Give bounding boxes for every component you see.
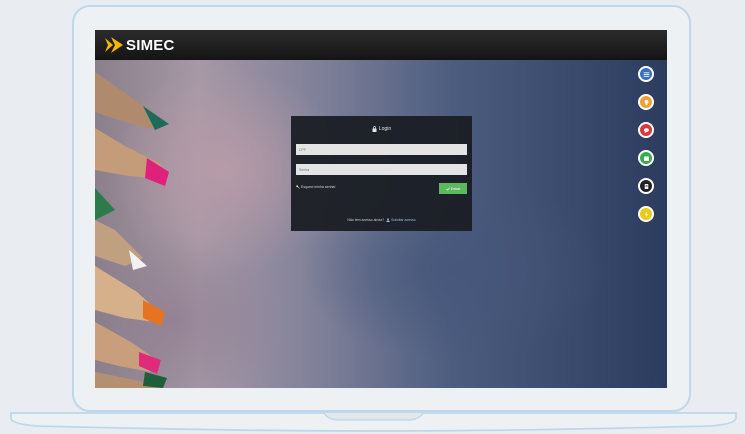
request-access-label: Solicitar acesso: [391, 218, 416, 222]
forgot-password-link[interactable]: Esqueci minha senha!: [296, 185, 335, 189]
top-navbar: SIMEC: [95, 30, 667, 60]
app-screen: SIMEC Login Esqueci minha senha! Entrar: [95, 30, 667, 388]
menu-button[interactable]: [638, 66, 654, 82]
pencils-illustration: [95, 72, 169, 388]
forgot-password-label: Esqueci minha senha!: [301, 185, 336, 189]
user-icon: [386, 218, 390, 222]
simec-logo[interactable]: SIMEC: [103, 35, 175, 55]
no-access-text: Não tem acesso ainda?: [347, 218, 385, 222]
password-input[interactable]: [296, 164, 467, 175]
menu-icon: [643, 71, 649, 77]
alerts-button[interactable]: [638, 206, 654, 222]
chat-icon: [643, 127, 649, 133]
login-title: Login: [378, 126, 392, 132]
request-access-line: Não tem acesso ainda? Solicitar acesso: [291, 218, 472, 222]
document-button[interactable]: [638, 178, 654, 194]
bolt-icon: [644, 211, 648, 217]
lightbulb-icon: [644, 99, 648, 105]
laptop-base: [10, 412, 737, 432]
tips-button[interactable]: [638, 94, 654, 110]
key-icon: [296, 185, 300, 189]
chat-button[interactable]: [638, 122, 654, 138]
calendar-icon: [643, 155, 649, 161]
enter-button-label: Entrar: [450, 186, 461, 191]
brand-name: SIMEC: [126, 36, 175, 54]
logo-arrow-icon: [105, 37, 123, 53]
document-icon: [644, 183, 648, 189]
lock-icon: [372, 126, 377, 132]
login-panel: Login Esqueci minha senha! Entrar Não te…: [291, 116, 472, 231]
request-access-link[interactable]: Solicitar acesso: [386, 218, 416, 222]
enter-button[interactable]: Entrar: [439, 183, 467, 194]
login-header: Login: [291, 126, 472, 132]
cpf-input[interactable]: [296, 144, 467, 155]
check-icon: [445, 187, 450, 191]
calendar-button[interactable]: [638, 150, 654, 166]
